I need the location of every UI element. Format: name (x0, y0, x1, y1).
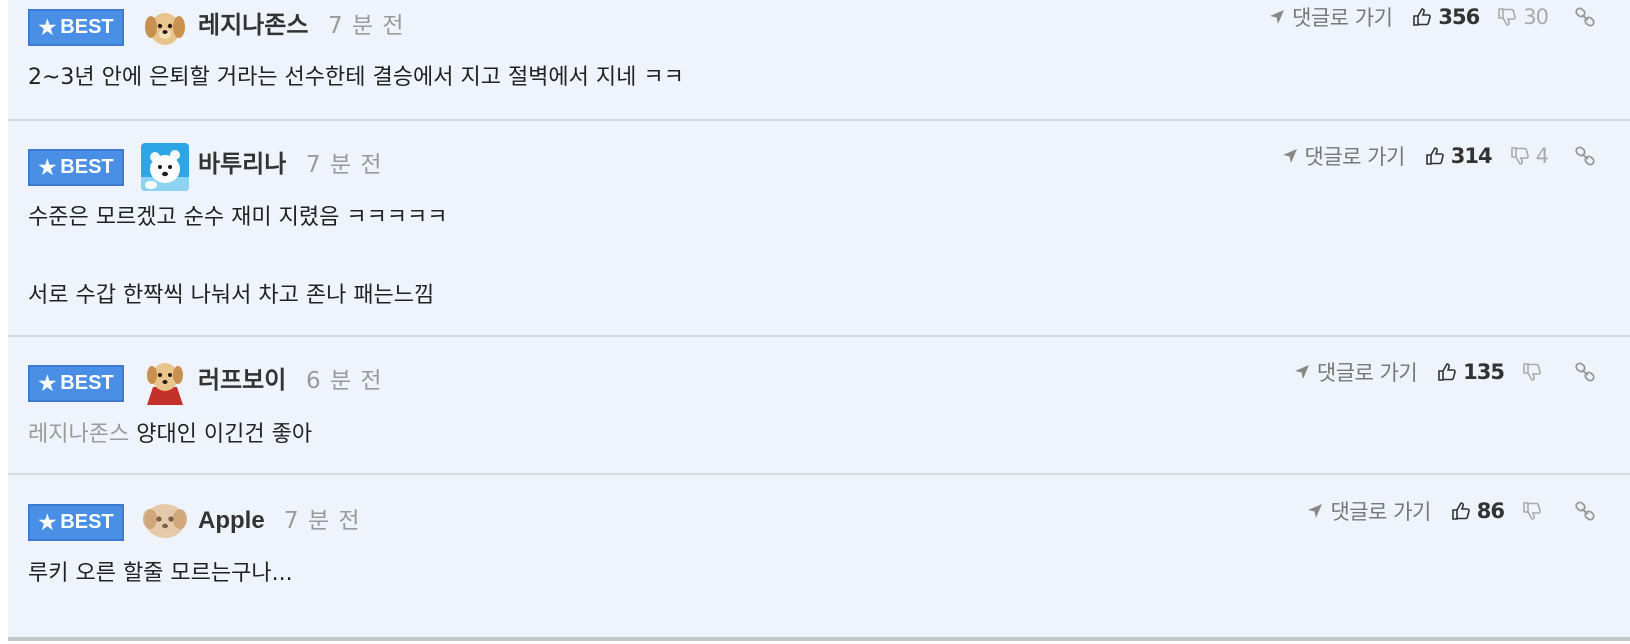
goto-comment-label: 댓글로 가기 (1330, 500, 1431, 524)
star-icon: ★ (38, 372, 57, 395)
best-badge: ★ BEST (28, 365, 124, 402)
comment-item: ★ BEST 러프보이 6 분 전 댓글로 가기 135 레지나존스 양대인 이… (8, 335, 1630, 475)
timestamp: 7 분 전 (306, 152, 383, 178)
thumbs-up-icon (1438, 363, 1457, 381)
comment-actions: 댓글로 가기 314 4 (1281, 141, 1597, 171)
navigation-arrow-icon (1282, 149, 1297, 163)
star-icon: ★ (38, 16, 57, 39)
comment-text: 루키 오른 할줄 모르는구나... (28, 561, 293, 586)
upvote-button[interactable]: 86 (1451, 499, 1505, 523)
upvote-button[interactable]: 356 (1412, 5, 1480, 29)
thumbs-down-icon (1510, 147, 1529, 165)
goto-comment-button[interactable]: 댓글로 가기 (1293, 357, 1418, 387)
polar-bear-icon (141, 143, 189, 191)
comment-actions: 댓글로 가기 356 30 (1268, 2, 1596, 32)
blurred-puppy-icon (143, 504, 187, 538)
star-icon: ★ (38, 511, 57, 534)
goto-comment-button[interactable]: 댓글로 가기 (1306, 496, 1431, 526)
nickname[interactable]: 러프보이 (198, 367, 286, 395)
upvote-count: 135 (1463, 360, 1505, 384)
downvote-button[interactable] (1522, 501, 1548, 521)
mention-link[interactable]: 레지나존스 (28, 422, 129, 447)
best-badge: ★ BEST (28, 504, 124, 541)
best-comment-list: ★ BEST 레지나존스 7 분 전 댓글로 가기 356 30 2~3년 안에… (8, 0, 1630, 640)
downvote-button[interactable]: 4 (1510, 144, 1549, 168)
best-badge-label: BEST (60, 16, 114, 38)
navigation-arrow-icon (1270, 10, 1285, 24)
comment-item: ★ BEST Apple 7 분 전 댓글로 가기 86 루키 오른 할줄 모르… (8, 473, 1630, 637)
nickname[interactable]: 바투리나 (198, 151, 286, 179)
puppy-icon (145, 13, 185, 45)
avatar[interactable] (141, 3, 189, 51)
upvote-count: 314 (1450, 144, 1493, 168)
thumbs-down-icon (1523, 363, 1541, 381)
timestamp: 7 분 전 (328, 13, 405, 39)
upvote-count: 356 (1438, 5, 1480, 29)
thumbs-up-icon (1425, 147, 1444, 165)
best-badge: ★ BEST (28, 149, 124, 186)
nickname[interactable]: 레지나존스 (198, 12, 308, 40)
goto-comment-button[interactable]: 댓글로 가기 (1268, 2, 1393, 32)
navigation-arrow-icon (1308, 504, 1323, 518)
timestamp: 6 분 전 (306, 368, 383, 394)
thumbs-up-icon (1451, 502, 1470, 520)
goto-comment-label: 댓글로 가기 (1304, 145, 1406, 169)
nickname[interactable]: Apple (198, 507, 265, 535)
copy-link-button[interactable] (1574, 6, 1596, 28)
best-badge: ★ BEST (28, 9, 124, 46)
goto-comment-label: 댓글로 가기 (1316, 361, 1418, 385)
comment-text: 레지나존스 양대인 이긴건 좋아 (28, 420, 312, 450)
link-icon (1575, 7, 1595, 27)
thumbs-down-icon (1498, 8, 1517, 26)
comment-text: 2~3년 안에 은퇴할 거라는 선수한테 결승에서 지고 절벽에서 지네 ㅋㅋ (28, 65, 684, 90)
comment-actions: 댓글로 가기 135 (1293, 357, 1596, 387)
comment-text-body: 양대인 이긴건 좋아 (136, 422, 313, 447)
thumbs-up-icon (1413, 8, 1432, 26)
downvote-button[interactable] (1522, 362, 1548, 382)
upvote-button[interactable]: 314 (1425, 144, 1493, 168)
best-badge-label: BEST (60, 372, 114, 394)
goto-comment-button[interactable]: 댓글로 가기 (1281, 141, 1405, 171)
link-icon (1575, 362, 1595, 382)
avatar[interactable] (141, 143, 189, 191)
copy-link-button[interactable] (1574, 361, 1596, 383)
navigation-arrow-icon (1294, 365, 1309, 379)
star-icon: ★ (38, 156, 57, 179)
comment-text: 수준은 모르겠고 순수 재미 지렸음 ㅋㅋㅋㅋㅋ (28, 205, 448, 230)
link-icon (1575, 501, 1595, 521)
copy-link-button[interactable] (1574, 145, 1596, 167)
link-icon (1575, 146, 1595, 166)
downvote-count: 4 (1535, 144, 1549, 168)
copy-link-button[interactable] (1574, 500, 1596, 522)
best-badge-label: BEST (60, 511, 114, 533)
downvote-count: 30 (1523, 5, 1549, 29)
thumbs-down-icon (1523, 502, 1541, 520)
comment-item: ★ BEST 레지나존스 7 분 전 댓글로 가기 356 30 2~3년 안에… (8, 0, 1630, 120)
comment-text: 서로 수갑 한짝씩 나눠서 차고 존나 패는느낌 (28, 283, 435, 308)
puppy-cape-icon (147, 363, 183, 405)
goto-comment-label: 댓글로 가기 (1292, 6, 1393, 30)
avatar[interactable] (141, 357, 189, 405)
comment-actions: 댓글로 가기 86 (1306, 496, 1596, 526)
downvote-button[interactable]: 30 (1497, 5, 1549, 29)
list-bottom-divider (8, 637, 1630, 641)
comment-item: ★ BEST 바투리나 7 분 전 댓글로 가기 314 4 수준은 모르겠고 … (8, 119, 1630, 337)
upvote-count: 86 (1476, 499, 1505, 523)
timestamp: 7 분 전 (284, 508, 361, 534)
best-badge-label: BEST (60, 156, 114, 178)
avatar[interactable] (141, 497, 189, 545)
upvote-button[interactable]: 135 (1437, 360, 1505, 384)
